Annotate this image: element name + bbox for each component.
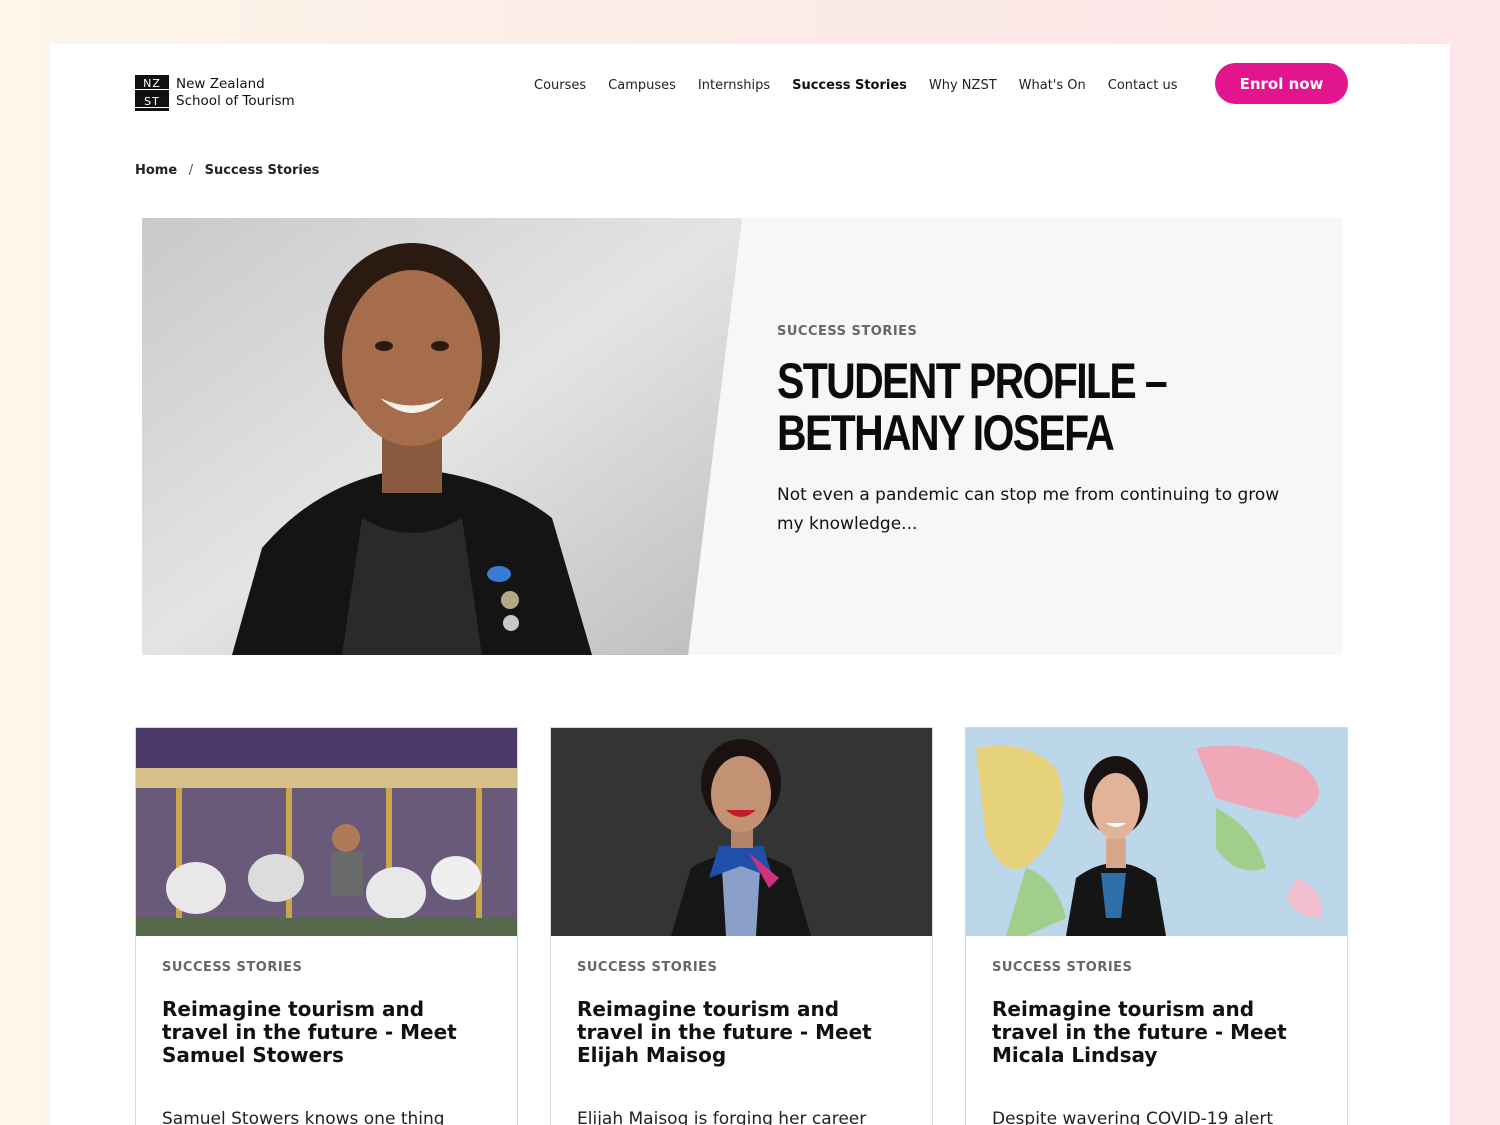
logo-mark-top: NZ — [135, 78, 169, 90]
featured-story-text: SUCCESS STORIES STUDENT PROFILE – BETHAN… — [777, 324, 1297, 539]
nav-courses[interactable]: Courses — [534, 78, 586, 93]
featured-story-photo — [142, 218, 742, 655]
breadcrumb: Home / Success Stories — [135, 163, 319, 178]
nav-success-stories[interactable]: Success Stories — [792, 78, 907, 93]
carousel-photo-image — [136, 728, 517, 936]
story-card-samuel[interactable]: SUCCESS STORIES Reimagine tourism and tr… — [135, 727, 518, 1125]
story-card-category: SUCCESS STORIES — [162, 960, 303, 975]
enrol-now-button[interactable]: Enrol now — [1215, 63, 1348, 104]
story-card-title[interactable]: Reimagine tourism and travel in the futu… — [162, 998, 491, 1067]
story-card-micala[interactable]: SUCCESS STORIES Reimagine tourism and tr… — [965, 727, 1348, 1125]
page: NZ ST New Zealand School of Tourism Cour… — [50, 44, 1450, 1125]
story-card-elijah[interactable]: SUCCESS STORIES Reimagine tourism and tr… — [550, 727, 933, 1125]
logo-mark-bottom: ST — [135, 96, 169, 108]
breadcrumb-separator: / — [188, 163, 194, 178]
story-card-excerpt: Despite wavering COVID-19 alert — [992, 1109, 1274, 1125]
nav-campuses[interactable]: Campuses — [608, 78, 676, 93]
breadcrumb-home[interactable]: Home — [135, 163, 177, 178]
featured-story[interactable]: SUCCESS STORIES STUDENT PROFILE – BETHAN… — [142, 218, 1342, 655]
story-card-category: SUCCESS STORIES — [992, 960, 1133, 975]
story-card-category: SUCCESS STORIES — [577, 960, 718, 975]
story-card-body: SUCCESS STORIES Reimagine tourism and tr… — [136, 936, 517, 1125]
logo-line-2: School of Tourism — [176, 93, 295, 109]
nav-why-nzst[interactable]: Why NZST — [929, 78, 997, 93]
logo-line-1: New Zealand — [176, 76, 265, 92]
nav-contact-us[interactable]: Contact us — [1108, 78, 1178, 93]
featured-story-category: SUCCESS STORIES — [777, 324, 918, 339]
bethany-portrait-image — [142, 218, 742, 655]
micala-portrait-image — [966, 728, 1347, 936]
breadcrumb-current[interactable]: Success Stories — [205, 163, 320, 178]
story-card-excerpt: Samuel Stowers knows one thing — [162, 1109, 445, 1125]
story-card-body: SUCCESS STORIES Reimagine tourism and tr… — [551, 936, 932, 1125]
elijah-portrait-image — [551, 728, 932, 936]
logo-text: New Zealand School of Tourism — [176, 76, 295, 110]
main-nav: Courses Campuses Internships Success Sto… — [534, 78, 1199, 93]
nav-internships[interactable]: Internships — [698, 78, 770, 93]
site-logo[interactable]: NZ ST New Zealand School of Tourism — [135, 75, 295, 111]
story-card-title[interactable]: Reimagine tourism and travel in the futu… — [577, 998, 906, 1067]
featured-story-excerpt: Not even a pandemic can stop me from con… — [777, 485, 1280, 534]
logo-mark-icon: NZ ST — [135, 75, 169, 111]
story-card-excerpt: Elijah Maisog is forging her career — [577, 1109, 867, 1125]
story-card-body: SUCCESS STORIES Reimagine tourism and tr… — [966, 936, 1347, 1125]
story-card-title[interactable]: Reimagine tourism and travel in the futu… — [992, 998, 1321, 1067]
nav-whats-on[interactable]: What's On — [1019, 78, 1086, 93]
featured-story-title[interactable]: STUDENT PROFILE – BETHANY IOSEFA — [777, 355, 1269, 459]
